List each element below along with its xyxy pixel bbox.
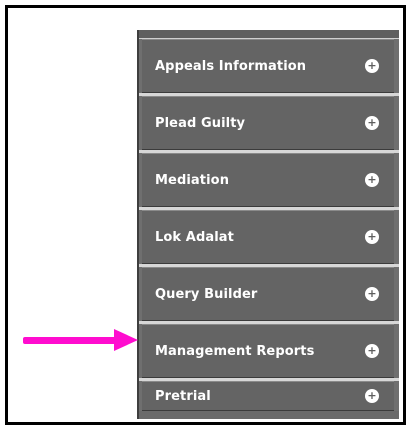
menu-item-label: Mediation: [155, 172, 230, 188]
plus-icon[interactable]: +: [365, 230, 379, 244]
menu-item-label: Lok Adalat: [155, 229, 234, 245]
menu-top-edge: [139, 30, 399, 39]
plus-icon[interactable]: +: [365, 173, 379, 187]
menu-item-mediation[interactable]: Mediation +: [142, 153, 394, 207]
menu-item-query-builder[interactable]: Query Builder +: [142, 267, 394, 321]
menu-item-management-reports[interactable]: Management Reports +: [142, 324, 394, 378]
menu-item-label: Plead Guilty: [155, 115, 246, 131]
plus-icon[interactable]: +: [365, 344, 379, 358]
plus-icon[interactable]: +: [365, 116, 379, 130]
menu-item-pretrial[interactable]: Pretrial +: [142, 381, 394, 411]
menu-item-appeals-information[interactable]: Appeals Information +: [142, 39, 394, 93]
menu-item-lok-adalat[interactable]: Lok Adalat +: [142, 210, 394, 264]
plus-icon[interactable]: +: [365, 59, 379, 73]
side-menu: Appeals Information + Plead Guilty + Med…: [137, 30, 399, 419]
menu-item-label: Query Builder: [155, 286, 258, 302]
menu-bottom-edge: [139, 411, 399, 419]
plus-icon[interactable]: +: [365, 389, 379, 403]
plus-icon[interactable]: +: [365, 287, 379, 301]
annotation-arrow-shaft: [23, 337, 120, 344]
menu-item-label: Management Reports: [155, 343, 315, 359]
menu-item-label: Appeals Information: [155, 58, 307, 74]
annotation-arrow-head: [114, 329, 138, 351]
menu-item-plead-guilty[interactable]: Plead Guilty +: [142, 96, 394, 150]
menu-item-label: Pretrial: [155, 388, 211, 404]
